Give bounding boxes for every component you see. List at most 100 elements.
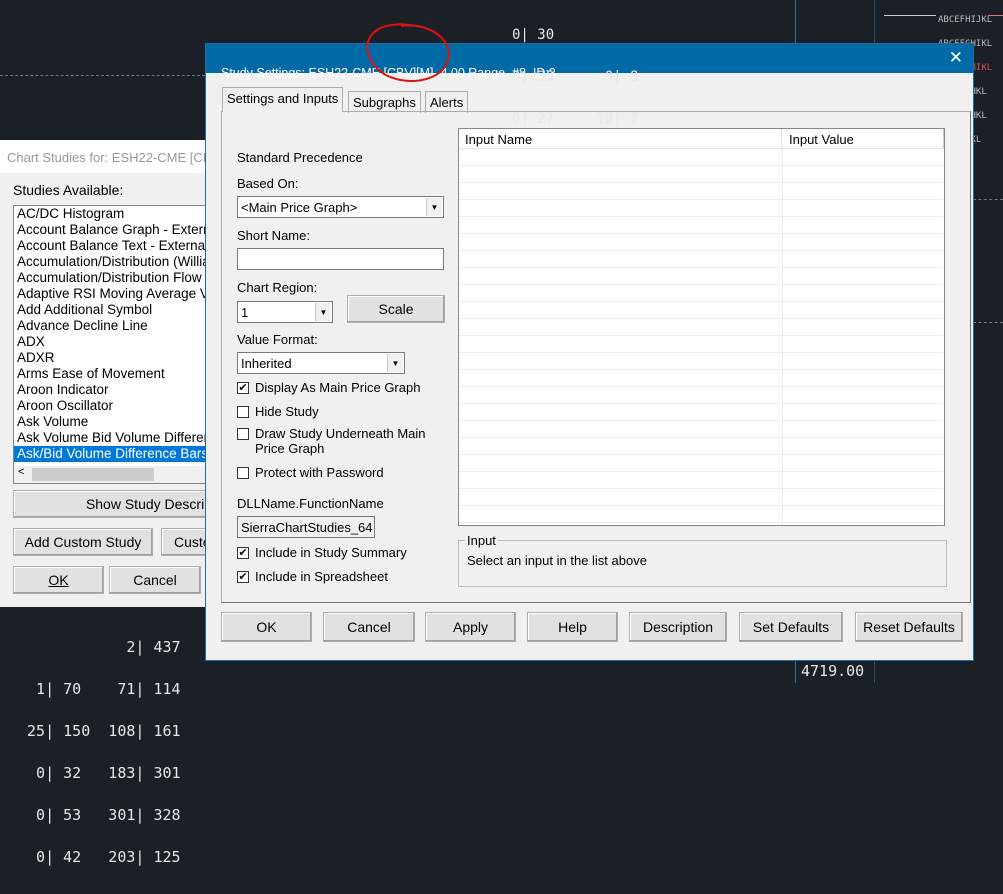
tab-alerts[interactable]: Alerts xyxy=(425,91,469,113)
list-item[interactable]: Accumulation/Distribution Flow xyxy=(14,270,212,286)
gridline xyxy=(0,75,205,76)
tab-settings-and-inputs[interactable]: Settings and Inputs xyxy=(222,87,344,112)
list-item[interactable]: Adaptive RSI Moving Average V xyxy=(14,286,212,302)
show-study-description-button[interactable]: Show Study Descrip xyxy=(13,490,213,518)
input-hint: Select an input in the list above xyxy=(467,553,647,568)
checkbox[interactable] xyxy=(237,428,249,440)
volume-numbers: 0| 30 0| 35 0| 8 0| 27 18| 7 xyxy=(512,0,638,154)
chart-studies-window: Chart Studies for: ESH22-CME [CBV][M Stu… xyxy=(0,140,213,607)
cancel-button[interactable]: Cancel xyxy=(323,612,415,642)
checkbox[interactable]: ✔ xyxy=(237,382,249,394)
checkbox[interactable] xyxy=(237,467,249,479)
list-item[interactable]: Account Balance Text - External xyxy=(14,238,212,254)
chart-region-label: Chart Region: xyxy=(237,280,318,295)
value-format-label: Value Format: xyxy=(237,332,318,347)
scroll-left-icon[interactable]: < xyxy=(18,466,24,478)
list-item[interactable]: Arms Ease of Movement xyxy=(14,366,212,382)
checkbox-option[interactable]: ✔ Include in Spreadsheet xyxy=(237,569,388,584)
volume-row: 0| 53 301| 328 xyxy=(18,806,181,824)
help-button[interactable]: Help xyxy=(527,612,618,642)
add-custom-study-button[interactable]: Add Custom Study xyxy=(13,528,153,556)
tab-panel: Standard Precedence Based On: <Main Pric… xyxy=(221,111,971,603)
ok-button[interactable]: OK xyxy=(221,612,312,642)
chart-region-select[interactable]: 1 ▼ xyxy=(237,301,333,323)
checkbox[interactable]: ✔ xyxy=(237,547,249,559)
short-name-input[interactable] xyxy=(237,248,444,270)
volume-row: 0| 35 0| 8 xyxy=(512,69,639,85)
volume-row: 0| 30 xyxy=(512,27,555,43)
groupbox-title: Input xyxy=(465,533,498,548)
input-groupbox: Input Select an input in the list above xyxy=(458,533,947,587)
set-defaults-button[interactable]: Set Defaults xyxy=(739,612,843,642)
reset-defaults-button[interactable]: Reset Defaults xyxy=(855,612,963,642)
checkbox-option[interactable]: ✔ Display As Main Price Graph xyxy=(237,380,437,395)
price-line xyxy=(988,15,1003,16)
scale-button[interactable]: Scale xyxy=(347,295,445,323)
value-format-select[interactable]: Inherited ▼ xyxy=(237,352,405,374)
volume-numbers-bottom: 2| 437 1| 70 71| 114 25| 150 108| 161 0|… xyxy=(18,612,181,892)
horizontal-scrollbar[interactable]: < xyxy=(14,466,212,483)
volume-row: 0| 32 183| 301 xyxy=(18,764,181,782)
list-item[interactable]: Accumulation/Distribution (Willia xyxy=(14,254,212,270)
studies-list[interactable]: AC/DC Histogram Account Balance Graph - E… xyxy=(13,205,213,484)
button-label: Show Study Descrip xyxy=(85,496,212,512)
list-item[interactable]: Aroon Oscillator xyxy=(14,398,212,414)
list-item[interactable]: Aroon Indicator xyxy=(14,382,212,398)
chevron-down-icon: ▼ xyxy=(426,198,442,216)
volume-row: 0| 42 203| 125 xyxy=(18,848,181,866)
checkbox-label: Include in Spreadsheet xyxy=(255,569,388,584)
column-divider xyxy=(782,149,783,525)
scrollbar-thumb[interactable] xyxy=(32,468,154,481)
selected-value: Inherited xyxy=(241,355,292,371)
checkbox-label: Hide Study xyxy=(255,404,319,419)
apply-button[interactable]: Apply xyxy=(425,612,516,642)
selected-value: <Main Price Graph> xyxy=(241,199,358,215)
studies-label: Studies Available: xyxy=(13,182,124,198)
ok-button[interactable]: OK xyxy=(13,566,104,594)
checkbox-label: Protect with Password xyxy=(255,465,384,480)
checkbox-option[interactable]: Protect with Password xyxy=(237,465,437,480)
list-item[interactable]: Account Balance Graph - Extern xyxy=(14,222,212,238)
window-title: Chart Studies for: ESH22-CME [CBV][M xyxy=(0,140,206,173)
checkbox-option[interactable]: Hide Study xyxy=(237,404,437,419)
checkbox-label: Include in Study Summary xyxy=(255,545,407,560)
column-header-input-value[interactable]: Input Value xyxy=(782,129,944,148)
list-item[interactable]: Advance Decline Line xyxy=(14,318,212,334)
close-icon[interactable]: ✕ xyxy=(949,48,963,68)
chevron-down-icon: ▼ xyxy=(315,303,331,321)
red-circle-annotation xyxy=(366,23,450,82)
volume-row: 2| 437 xyxy=(18,638,181,656)
checkbox-option[interactable]: Draw Study Underneath Main Price Graph xyxy=(237,426,437,456)
checkbox-option[interactable]: ✔ Include in Study Summary xyxy=(237,545,407,560)
dll-name-field[interactable]: SierraChartStudies_64 xyxy=(237,516,375,538)
volume-row: 1| 70 71| 114 xyxy=(18,680,181,698)
tab-subgraphs[interactable]: Subgraphs xyxy=(348,91,421,113)
based-on-label: Based On: xyxy=(237,176,299,191)
list-item[interactable]: Ask Volume xyxy=(14,414,212,430)
checkbox[interactable]: ✔ xyxy=(237,571,249,583)
description-button[interactable]: Description xyxy=(629,612,727,642)
chevron-down-icon: ▼ xyxy=(387,354,403,372)
based-on-select[interactable]: <Main Price Graph> ▼ xyxy=(237,196,444,218)
list-item[interactable]: ADXR xyxy=(14,350,212,366)
custom-button[interactable]: Custo xyxy=(161,528,211,556)
volume-row: 0| 27 18| 7 xyxy=(512,111,639,127)
list-item[interactable]: Add Additional Symbol xyxy=(14,302,212,318)
selected-value: 1 xyxy=(241,304,249,320)
tpo-row: ABCEFHIJKL xyxy=(938,15,993,25)
price-line xyxy=(884,15,936,16)
checkbox[interactable] xyxy=(237,406,249,418)
volume-row: 25| 150 108| 161 xyxy=(18,722,181,740)
dll-name-label: DLLName.FunctionName xyxy=(237,496,384,511)
list-item[interactable]: AC/DC Histogram xyxy=(14,206,212,222)
short-name-label: Short Name: xyxy=(237,228,310,243)
cancel-button[interactable]: Cancel xyxy=(109,566,201,594)
list-item[interactable]: Ask/Bid Volume Difference Bars xyxy=(14,446,212,462)
inputs-table[interactable]: Input Name Input Value xyxy=(458,128,945,526)
gridline xyxy=(973,199,1003,200)
list-item[interactable]: ADX xyxy=(14,334,212,350)
table-rows xyxy=(459,149,943,525)
list-item[interactable]: Ask Volume Bid Volume Differen xyxy=(14,430,212,446)
checkbox-label: Draw Study Underneath Main Price Graph xyxy=(255,426,426,456)
gridline xyxy=(973,322,1003,323)
